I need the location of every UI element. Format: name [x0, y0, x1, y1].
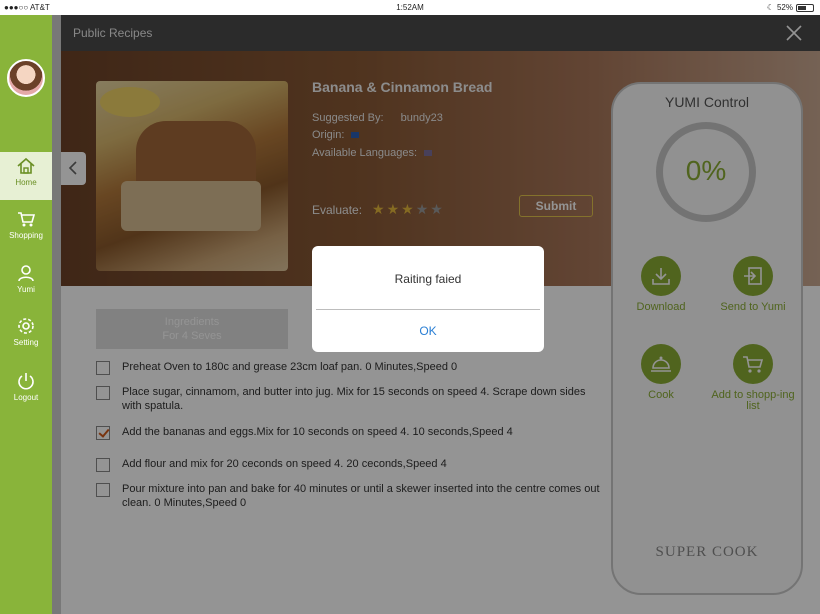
- battery-icon: [796, 3, 814, 12]
- home-icon: [17, 157, 35, 174]
- sidebar-item-label: Yumi: [17, 285, 35, 294]
- sidebar-item-home[interactable]: Home: [0, 152, 52, 200]
- ok-button[interactable]: OK: [312, 310, 544, 352]
- alert-dialog: Raiting faied OK: [312, 246, 544, 352]
- sidebar-item-yumi[interactable]: Yumi: [0, 259, 52, 307]
- sidebar: Home Shopping Yumi Setting Logout: [0, 15, 52, 614]
- sidebar-item-shopping[interactable]: Shopping: [0, 205, 52, 253]
- power-icon: [18, 373, 34, 390]
- avatar[interactable]: [7, 59, 45, 97]
- sidebar-item-label: Shopping: [9, 231, 43, 240]
- alert-message: Raiting faied: [394, 272, 462, 286]
- status-bar: ●●●○○ AT&T 1:52AM ☾ 52%: [0, 0, 820, 15]
- battery-percent: 52%: [776, 3, 793, 12]
- moon-icon: ☾: [766, 3, 774, 12]
- sidebar-item-logout[interactable]: Logout: [0, 367, 52, 415]
- user-icon: [18, 265, 34, 282]
- gear-icon: [18, 318, 34, 334]
- cart-icon: [18, 212, 36, 227]
- sidebar-item-setting[interactable]: Setting: [0, 312, 52, 360]
- status-time: 1:52AM: [396, 3, 424, 12]
- sidebar-item-label: Logout: [13, 393, 39, 402]
- sidebar-item-label: Setting: [13, 338, 39, 347]
- sidebar-item-label: Home: [15, 178, 37, 187]
- status-right: ☾ 52%: [767, 3, 814, 12]
